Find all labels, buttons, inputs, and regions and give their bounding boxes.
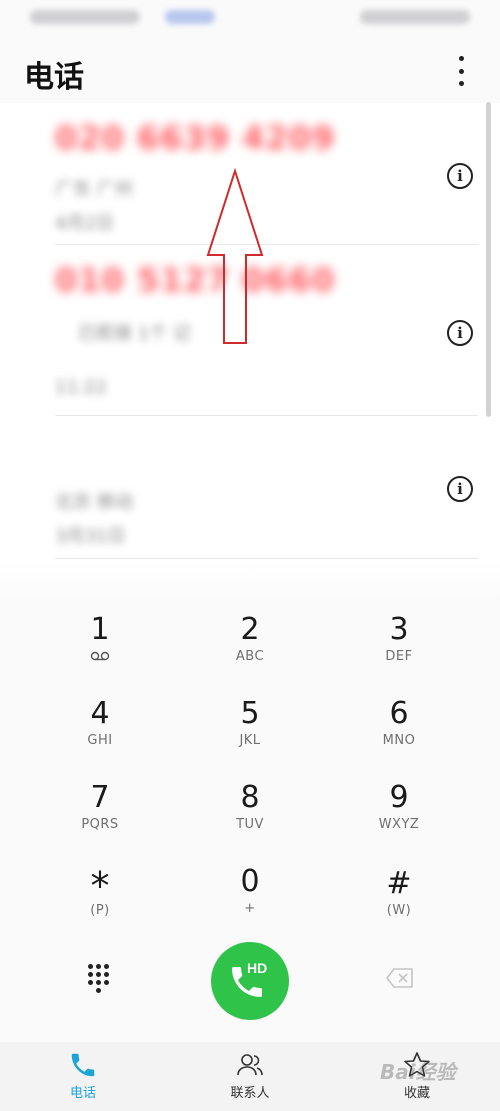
dial-key-digit: 9	[389, 780, 409, 815]
dial-key-3[interactable]: 3 DEF	[339, 605, 459, 685]
call-log-row[interactable]: 北京 移动 3月31日 i	[0, 416, 490, 558]
call-location: 北京 移动	[55, 492, 133, 513]
phone-icon	[71, 1053, 95, 1077]
dial-key-2[interactable]: 2 ABC	[190, 605, 310, 685]
dialpad: 1 2 ABC 3 DEF 4 GHI 5 JKL 6 MNO 7 PQRS 8…	[0, 605, 500, 942]
dial-key-hash[interactable]: # (W)	[339, 857, 459, 937]
dial-key-letters: (P)	[90, 903, 110, 918]
dial-key-letters: JKL	[239, 733, 261, 748]
app-bar: 电话	[0, 40, 500, 102]
tab-contacts[interactable]: 联系人	[167, 1042, 333, 1111]
dial-key-letters: ABC	[235, 649, 265, 664]
tab-label: 联系人	[230, 1086, 270, 1101]
dial-key-8[interactable]: 8 TUV	[190, 773, 310, 853]
status-bar-left-blur	[30, 10, 140, 24]
dial-key-letters: MNO	[382, 733, 416, 748]
dial-key-letters: (W)	[386, 903, 412, 918]
dialpad-grid-icon[interactable]	[88, 964, 110, 994]
hd-label: HD	[247, 960, 268, 976]
list-fade	[0, 560, 500, 605]
more-vert-icon[interactable]	[448, 54, 474, 88]
dial-key-4[interactable]: 4 GHI	[40, 689, 160, 769]
dial-key-star[interactable]: * (P)	[40, 857, 160, 937]
info-icon[interactable]: i	[447, 163, 473, 189]
backspace-icon[interactable]	[386, 968, 414, 988]
status-bar-right-blur	[360, 10, 470, 24]
dial-key-letters: DEF	[385, 649, 413, 664]
call-time: 11:22	[55, 377, 107, 398]
dial-key-digit: 2	[240, 612, 260, 647]
dial-key-5[interactable]: 5 JKL	[190, 689, 310, 769]
dial-key-letters: +	[244, 901, 256, 916]
dial-key-digit: 4	[90, 696, 110, 731]
dial-key-digit: 7	[90, 780, 110, 815]
call-location: 已拒接 1个 记	[78, 323, 191, 344]
dial-key-7[interactable]: 7 PQRS	[40, 773, 160, 853]
dial-key-0[interactable]: 0 +	[190, 857, 310, 937]
dial-key-digit: 0	[240, 864, 260, 899]
call-number: 010 5127 0660	[55, 261, 336, 299]
up-arrow-icon	[206, 168, 264, 344]
call-location: 广东 广州	[55, 179, 133, 200]
list-scrollbar[interactable]	[486, 102, 491, 417]
status-bar-center-blur	[165, 10, 215, 24]
call-time: 3月31日	[55, 526, 126, 547]
info-icon[interactable]: i	[447, 476, 473, 502]
dial-key-digit: 1	[90, 612, 110, 647]
dial-key-letters: PQRS	[81, 817, 119, 832]
call-time: 4月2日	[55, 213, 114, 234]
dial-key-letters: GHI	[87, 733, 113, 748]
dial-key-digit: *	[90, 864, 110, 908]
row-divider	[55, 558, 478, 559]
dial-key-6[interactable]: 6 MNO	[339, 689, 459, 769]
call-number: 020 6639 4209	[55, 119, 336, 157]
watermark: Bai经验	[380, 1060, 456, 1084]
dial-key-digit: 3	[389, 612, 409, 647]
tab-label: 电话	[69, 1086, 96, 1101]
info-icon[interactable]: i	[447, 320, 473, 346]
dial-key-digit: #	[386, 866, 412, 901]
dial-key-1[interactable]: 1	[40, 605, 160, 685]
status-bar	[0, 0, 500, 40]
dialer-actions: HD	[0, 942, 500, 1042]
dial-key-9[interactable]: 9 WXYZ	[339, 773, 459, 853]
dial-key-letters: WXYZ	[378, 817, 420, 832]
tab-phone[interactable]: 电话	[0, 1042, 166, 1111]
voicemail-icon	[90, 651, 110, 661]
dial-key-digit: 5	[240, 696, 260, 731]
dial-key-digit: 6	[389, 696, 409, 731]
page-title: 电话	[24, 60, 84, 95]
contacts-icon	[237, 1054, 263, 1076]
dial-key-digit: 8	[240, 780, 260, 815]
dial-key-letters: TUV	[236, 817, 264, 832]
call-button[interactable]: HD	[211, 942, 289, 1020]
